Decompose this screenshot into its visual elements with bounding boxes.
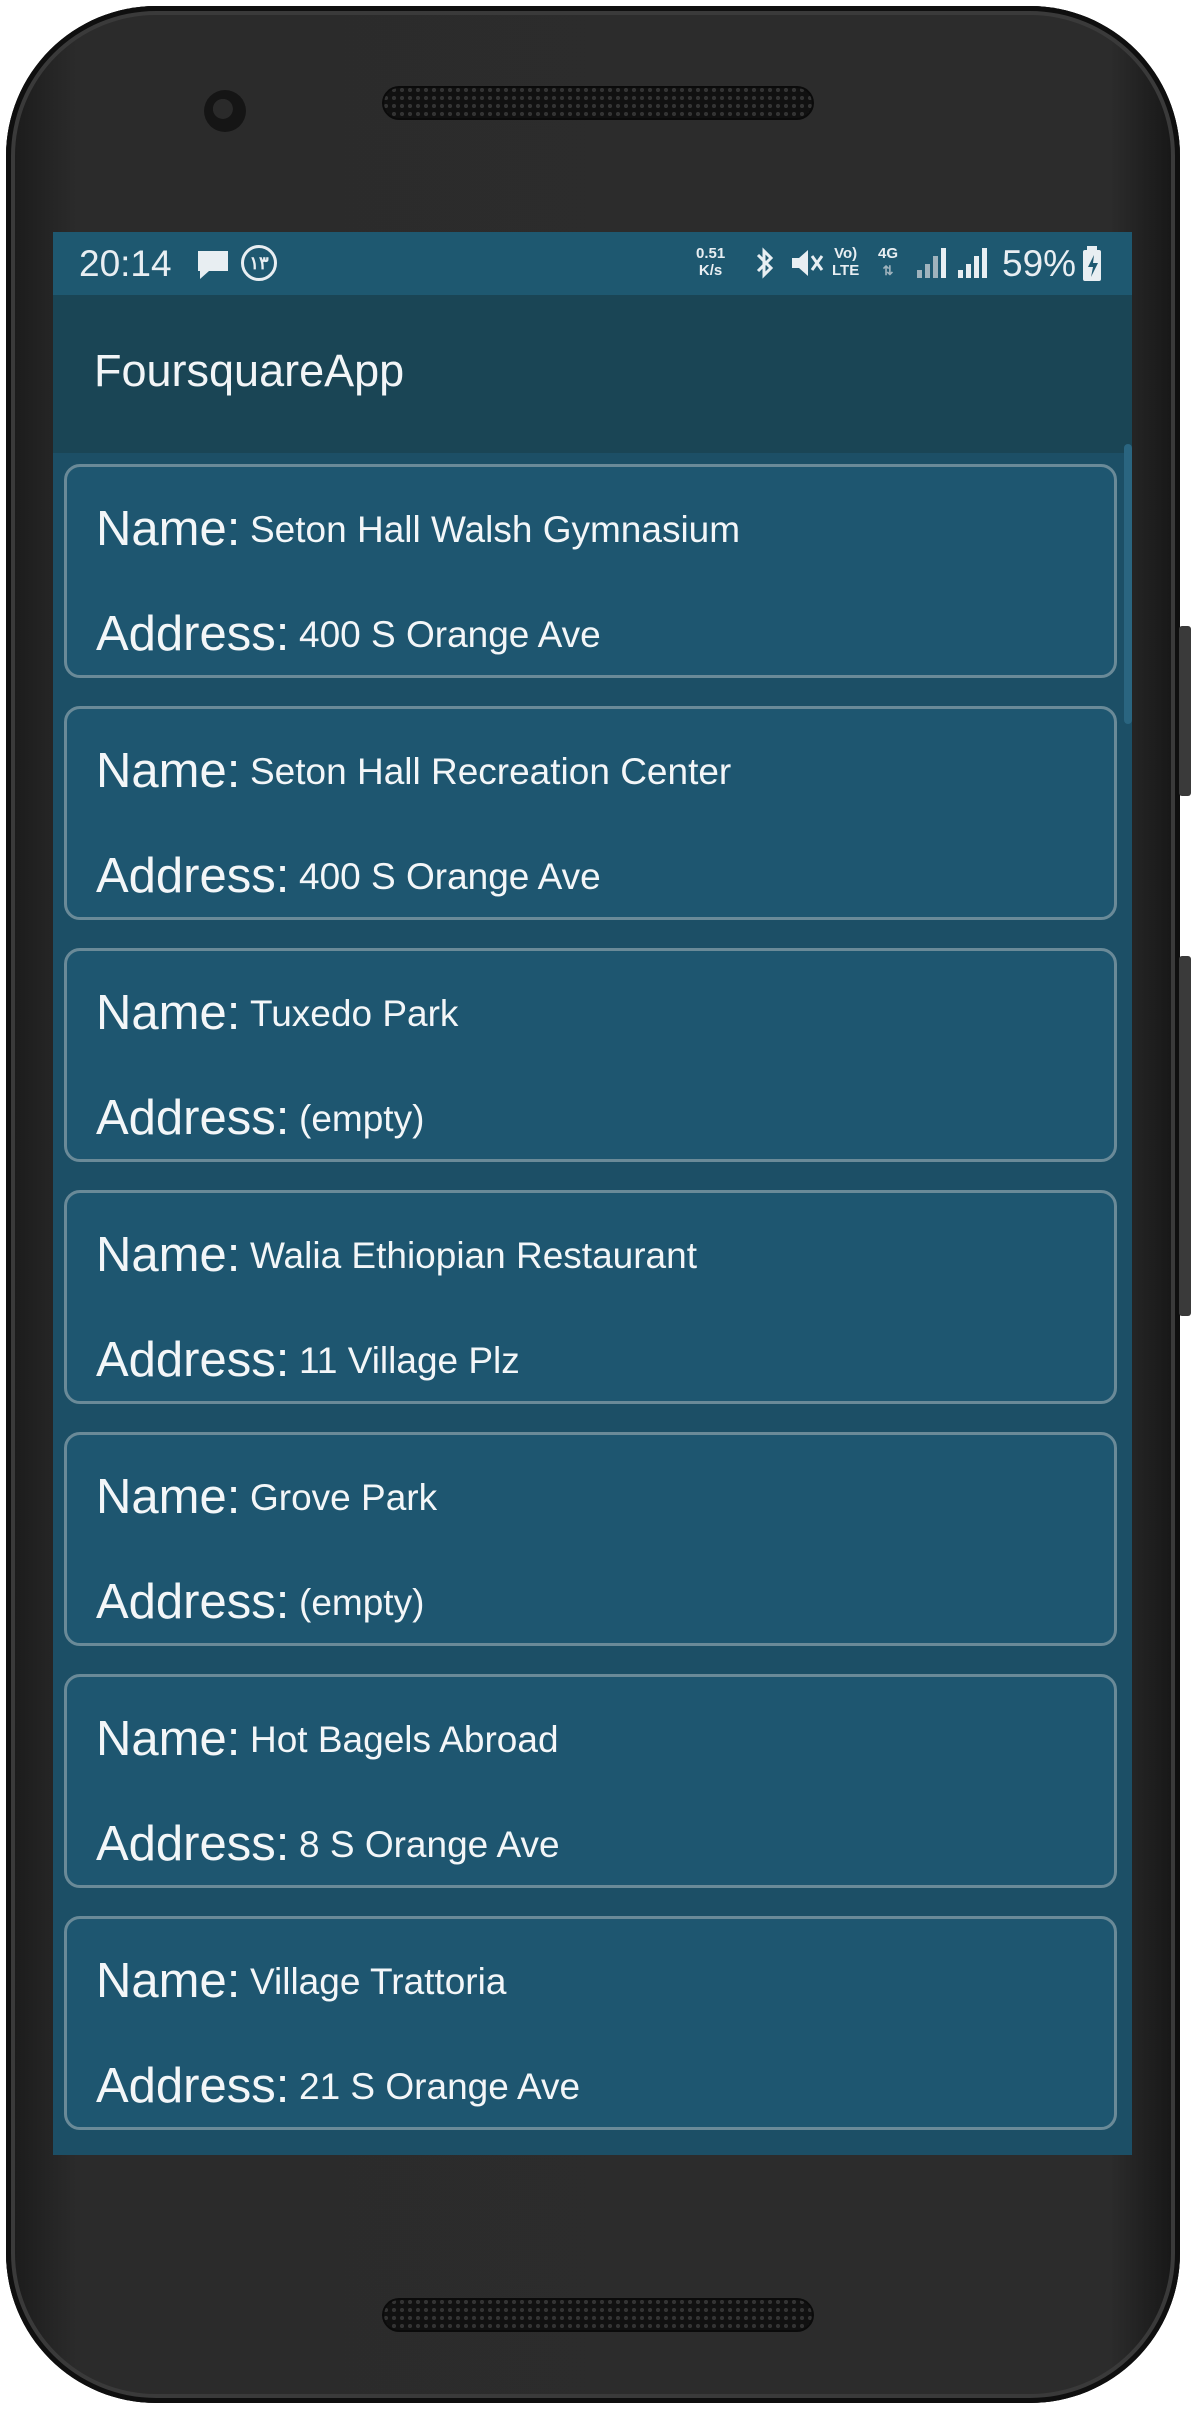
bluetooth-icon [756, 247, 774, 279]
data-arrows-icon: ⇅ [882, 263, 894, 278]
venue-card[interactable]: Name: Tuxedo Park Address: (empty) [64, 948, 1117, 1162]
battery-charging-icon [1083, 246, 1101, 281]
signal-1-icon [917, 248, 946, 278]
scrollbar-thumb[interactable] [1124, 444, 1132, 724]
status-bar: 20:14 ١٣ 0.51 K/s Vo) LTE 4G ⇅ 59% [53, 232, 1132, 295]
venue-name: Hot Bagels Abroad [250, 1719, 559, 1760]
network-type-label: 4G [878, 245, 899, 262]
address-label: Address: [96, 1091, 290, 1145]
app-screen: 20:14 ١٣ 0.51 K/s Vo) LTE 4G ⇅ 59% Fours… [53, 232, 1132, 2155]
network-speed-value: 0.51 [696, 245, 726, 262]
app-title: FoursquareApp [94, 345, 405, 396]
venue-name: Seton Hall Recreation Center [250, 751, 732, 792]
venue-address: (empty) [299, 1098, 425, 1139]
name-label: Name: [96, 1712, 241, 1766]
name-label: Name: [96, 1954, 241, 2008]
venue-address: (empty) [299, 1582, 425, 1623]
venue-address: 400 S Orange Ave [299, 856, 601, 897]
venue-card[interactable]: Name: Village Trattoria Address: 21 S Or… [64, 1916, 1117, 2130]
top-speaker [382, 86, 814, 120]
app-bar: FoursquareApp [53, 295, 1132, 453]
venue-card[interactable]: Name: Hot Bagels Abroad Address: 8 S Ora… [64, 1674, 1117, 1888]
venue-card[interactable]: Name: Seton Hall Recreation Center Addre… [64, 706, 1117, 920]
venue-name: Tuxedo Park [250, 993, 459, 1034]
name-label: Name: [96, 986, 241, 1040]
venue-name: Seton Hall Walsh Gymnasium [250, 509, 741, 550]
volte-top-label: Vo) [834, 245, 858, 262]
venue-card[interactable]: Name: Grove Park Address: (empty) [64, 1432, 1117, 1646]
address-label: Address: [96, 1817, 290, 1871]
name-label: Name: [96, 744, 241, 798]
name-label: Name: [96, 1228, 241, 1282]
venue-name: Walia Ethiopian Restaurant [250, 1235, 697, 1276]
battery-percent: 59% [1002, 243, 1077, 284]
venue-address: 11 Village Plz [299, 1340, 520, 1381]
volte-bottom-label: LTE [832, 262, 860, 279]
volume-button [1179, 626, 1191, 796]
venue-name: Village Trattoria [250, 1961, 507, 2002]
venue-card[interactable]: Name: Seton Hall Walsh Gymnasium Address… [64, 464, 1117, 678]
notification-badge-icon: ١٣ [241, 245, 277, 281]
venue-name: Grove Park [250, 1477, 438, 1518]
network-type: 4G ⇅ [878, 245, 898, 279]
name-label: Name: [96, 1470, 241, 1524]
address-label: Address: [96, 849, 290, 903]
network-speed: 0.51 K/s [696, 245, 725, 279]
network-speed-unit: K/s [698, 262, 723, 279]
front-camera [204, 90, 246, 132]
signal-2-icon [958, 248, 987, 278]
bottom-speaker [382, 2298, 814, 2332]
venue-address: 21 S Orange Ave [299, 2066, 581, 2107]
name-label: Name: [96, 502, 241, 556]
address-label: Address: [96, 1333, 290, 1387]
volte-indicator: Vo) LTE [832, 245, 859, 279]
message-icon [198, 251, 228, 279]
address-label: Address: [96, 1575, 290, 1629]
address-label: Address: [96, 2059, 290, 2113]
venue-address: 8 S Orange Ave [299, 1824, 560, 1865]
venue-address: 400 S Orange Ave [299, 614, 601, 655]
address-label: Address: [96, 607, 290, 661]
venue-card[interactable]: Name: Walia Ethiopian Restaurant Address… [64, 1190, 1117, 1404]
status-time: 20:14 [79, 243, 172, 284]
mute-icon [792, 250, 824, 276]
power-button [1179, 956, 1191, 1316]
